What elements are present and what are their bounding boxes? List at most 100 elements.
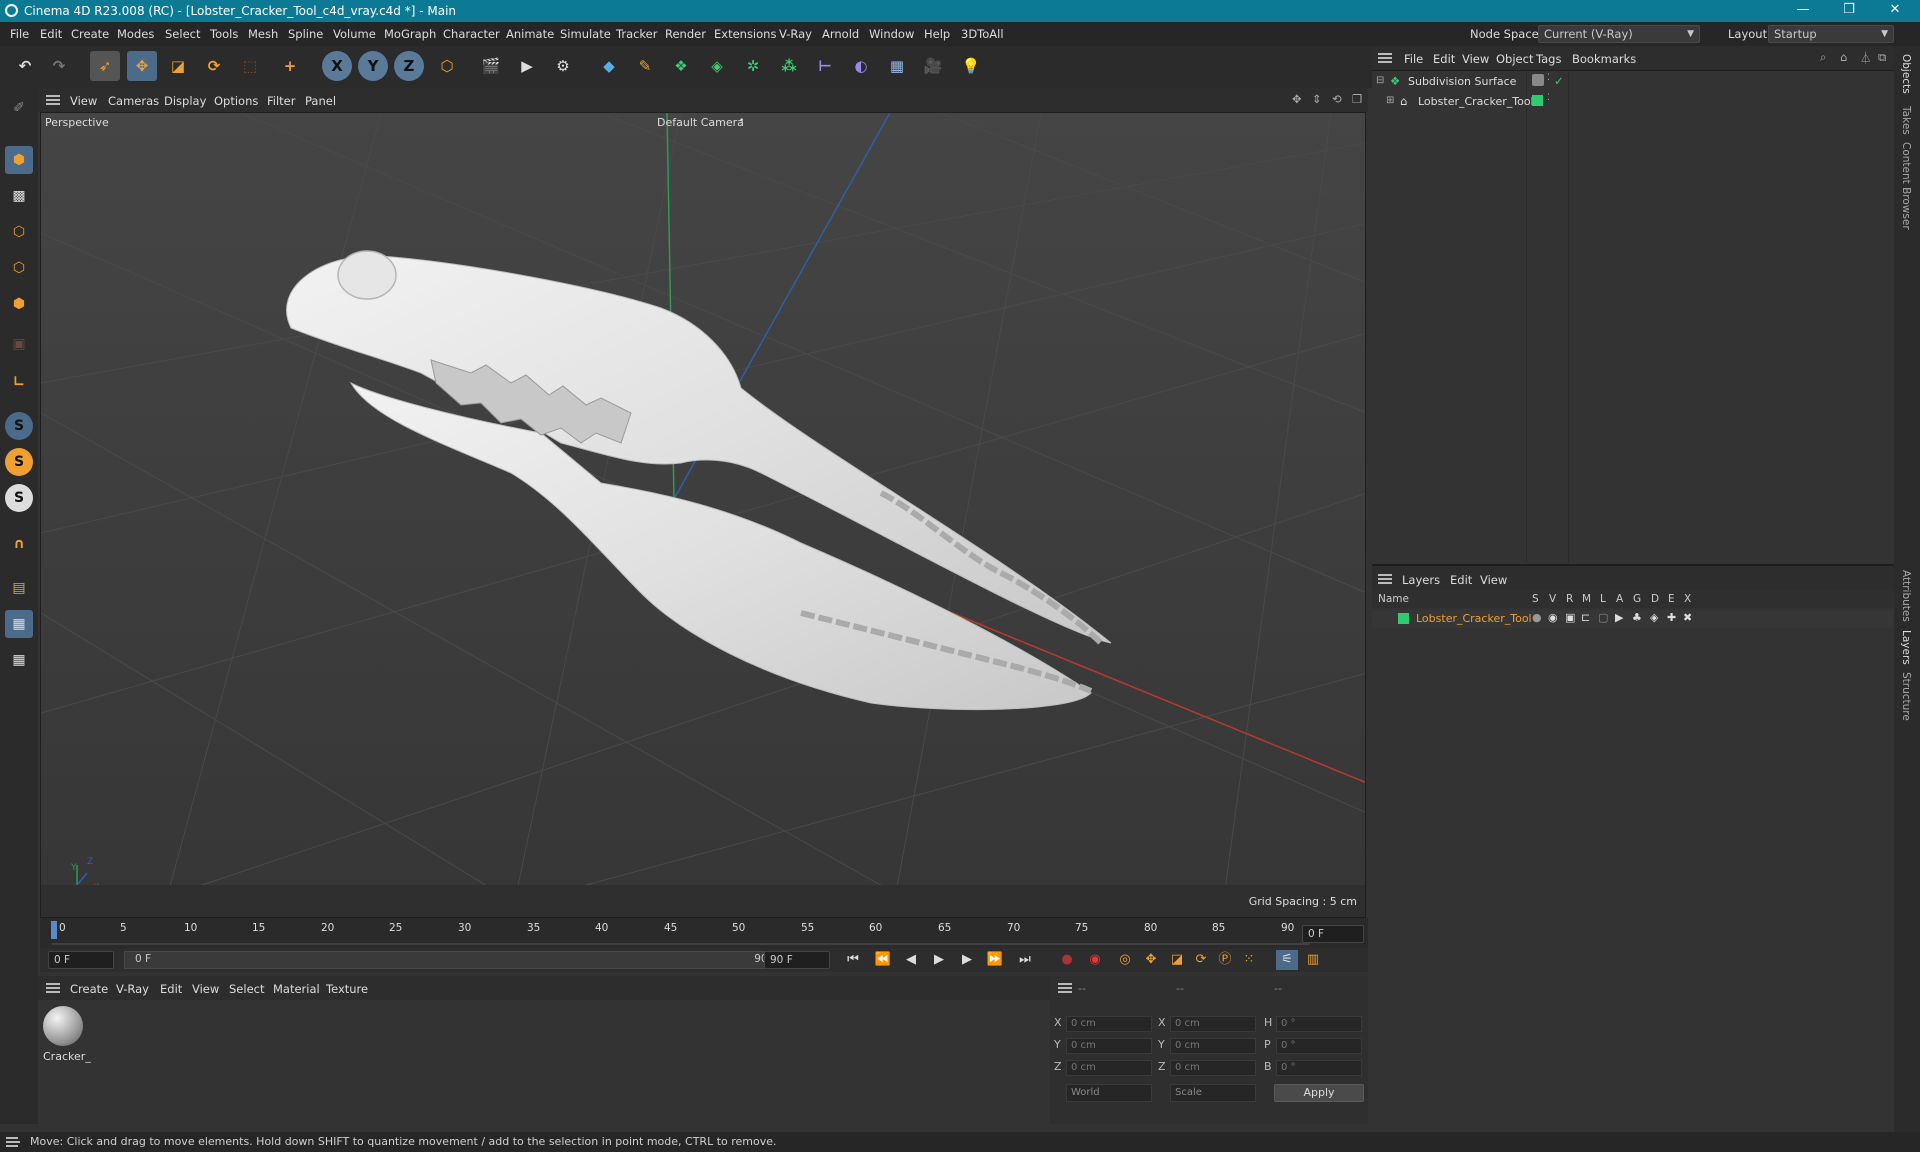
object-name[interactable]: Subdivision Surface xyxy=(1408,75,1516,88)
material-menu-create[interactable]: Create xyxy=(70,982,108,996)
column-d[interactable]: D xyxy=(1651,593,1659,605)
play-icon[interactable]: ▶ xyxy=(928,950,950,970)
subdivision-icon[interactable]: ❖ xyxy=(666,51,696,81)
viewport-menu-panel[interactable]: Panel xyxy=(305,94,336,108)
home-icon[interactable]: ⌂ xyxy=(1840,50,1847,64)
object-row-subdivision[interactable]: ⊟ ❖ Subdivision Surface ⁚ ✓ xyxy=(1372,73,1894,91)
manager-icon[interactable]: ⊏ xyxy=(1581,611,1590,624)
menu-3dtoall[interactable]: 3DToAll xyxy=(961,27,1004,41)
view-eye-icon[interactable]: ◉ xyxy=(1548,611,1558,624)
start-frame-field[interactable]: 0 F xyxy=(48,951,114,969)
workplane-icon[interactable]: ▤ xyxy=(5,574,33,602)
frame-range-slider[interactable]: 0 F 90 F xyxy=(124,951,786,969)
dolly-view-icon[interactable]: ⇕ xyxy=(1312,92,1322,106)
camera-name[interactable]: Default Camera xyxy=(657,116,744,129)
x-axis-lock-button[interactable]: X xyxy=(322,51,352,81)
object-menu-view[interactable]: View xyxy=(1462,52,1489,66)
key-position-icon[interactable]: ✥ xyxy=(1140,950,1162,970)
deformers-icon[interactable]: ◈ xyxy=(1650,611,1658,624)
menu-help[interactable]: Help xyxy=(924,27,950,41)
coordinate-space-dropdown[interactable]: World xyxy=(1066,1084,1152,1102)
maximize-button[interactable]: ❐ xyxy=(1826,0,1872,22)
tab-attributes[interactable]: Attributes xyxy=(1900,570,1912,622)
enabled-check-icon[interactable]: ✓ xyxy=(1554,74,1564,88)
tab-objects[interactable]: Objects xyxy=(1900,54,1912,94)
redo-icon[interactable]: ↷ xyxy=(44,51,74,81)
expand-icon[interactable]: ⊞ xyxy=(1386,95,1394,106)
object-menu-tags[interactable]: Tags xyxy=(1536,52,1561,66)
material-menu-texture[interactable]: Texture xyxy=(326,982,368,996)
menu-arnold[interactable]: Arnold xyxy=(822,27,859,41)
column-a[interactable]: A xyxy=(1616,593,1623,605)
select-tool-icon[interactable]: ➶ xyxy=(90,51,120,81)
field-icon[interactable]: ◐ xyxy=(846,51,876,81)
column-name[interactable]: Name xyxy=(1378,593,1409,605)
menu-volume[interactable]: Volume xyxy=(333,27,376,41)
menu-character[interactable]: Character xyxy=(443,27,500,41)
next-frame-icon[interactable]: ▶ xyxy=(956,950,978,970)
visibility-dots-icon[interactable]: ⁚ xyxy=(1547,73,1550,83)
menu-render[interactable]: Render xyxy=(665,27,706,41)
tab-layers[interactable]: Layers xyxy=(1900,630,1912,665)
rotation-p-field[interactable]: 0 ° xyxy=(1276,1038,1362,1054)
snap-s3-icon[interactable]: S xyxy=(5,484,33,512)
material-menu-vray[interactable]: V-Ray xyxy=(116,982,149,996)
cloner-icon[interactable]: ✲ xyxy=(738,51,768,81)
layer-menu-layers[interactable]: Layers xyxy=(1402,573,1440,587)
grid-snap-icon[interactable]: ▦ xyxy=(5,610,33,638)
material-menu-edit[interactable]: Edit xyxy=(160,982,182,996)
xref-icon[interactable]: ✖ xyxy=(1683,611,1692,624)
perspective-viewport[interactable]: Perspective Default Camera • Y Z X Grid … xyxy=(40,112,1366,918)
snap-s2-icon[interactable]: S xyxy=(5,448,33,476)
mograph-icon[interactable]: ⁂ xyxy=(774,51,804,81)
rotate-view-icon[interactable]: ⟲ xyxy=(1332,92,1342,106)
lock-icon[interactable]: ▢ xyxy=(1598,611,1608,624)
column-r[interactable]: R xyxy=(1566,593,1573,605)
key-pla-icon[interactable]: ⁙ xyxy=(1238,950,1260,970)
timeline-ruler[interactable]: 0 5 10 15 20 25 30 35 40 45 50 55 60 65 … xyxy=(40,918,1368,948)
point-mode-icon[interactable]: ⬡ xyxy=(5,218,33,246)
texture-mode-checker-icon[interactable]: ▩ xyxy=(5,182,33,210)
cube-primitive-icon[interactable]: ◆ xyxy=(594,51,624,81)
menu-spline[interactable]: Spline xyxy=(288,27,323,41)
add-object-icon[interactable]: + xyxy=(275,51,305,81)
column-s[interactable]: S xyxy=(1532,593,1539,605)
object-menu-bookmarks[interactable]: Bookmarks xyxy=(1572,52,1636,66)
viewport-menu-display[interactable]: Display xyxy=(164,94,206,108)
quantize-icon[interactable]: ▦ xyxy=(5,646,33,674)
key-rotation-icon[interactable]: ⟳ xyxy=(1190,950,1212,970)
key-parameter-icon[interactable]: Ⓟ xyxy=(1214,950,1236,970)
hamburger-icon[interactable] xyxy=(6,1137,20,1147)
size-x-field[interactable]: 0 cm xyxy=(1170,1016,1256,1032)
previous-key-icon[interactable]: ⏪ xyxy=(872,950,894,970)
column-m[interactable]: M xyxy=(1582,593,1591,605)
column-x[interactable]: X xyxy=(1684,593,1691,605)
object-menu-object[interactable]: Object xyxy=(1496,52,1533,66)
menu-extensions[interactable]: Extensions xyxy=(714,27,776,41)
viewport-menu-view[interactable]: View xyxy=(70,94,97,108)
layout-dropdown[interactable]: Startup ▼ xyxy=(1768,25,1894,43)
hamburger-icon[interactable] xyxy=(1058,983,1072,993)
z-axis-lock-button[interactable]: Z xyxy=(394,51,424,81)
autokey-icon[interactable]: ◉ xyxy=(1084,950,1106,970)
pen-spline-icon[interactable]: ✎ xyxy=(630,51,660,81)
move-tool-icon[interactable]: ✥ xyxy=(127,51,157,81)
layer-row[interactable]: Lobster_Cracker_Tool ● ◉ ▣ ⊏ ▢ ▶ ♣ ◈ ✚ ✖ xyxy=(1372,610,1894,628)
deformer-icon[interactable]: ⊢ xyxy=(810,51,840,81)
motion-mode-icon[interactable]: ⚟ xyxy=(1276,950,1298,970)
generators-icon[interactable]: ♣ xyxy=(1632,611,1642,624)
edit-toggle-icon[interactable] xyxy=(1532,74,1544,86)
viewport-menu-cameras[interactable]: Cameras xyxy=(108,94,159,108)
menu-window[interactable]: Window xyxy=(869,27,914,41)
go-to-start-icon[interactable]: ⏮ xyxy=(842,950,864,970)
edge-mode-icon[interactable]: ⬡ xyxy=(5,254,33,282)
floor-icon[interactable]: ▦ xyxy=(882,51,912,81)
coordinate-mode-dropdown[interactable]: Scale xyxy=(1170,1084,1256,1102)
object-menu-file[interactable]: File xyxy=(1404,52,1423,66)
undo-icon[interactable]: ↶ xyxy=(10,51,40,81)
current-frame-field[interactable]: 0 F xyxy=(1302,925,1364,943)
layer-menu-edit[interactable]: Edit xyxy=(1450,573,1472,587)
previous-frame-icon[interactable]: ◀ xyxy=(900,950,922,970)
record-keys-icon[interactable]: ● xyxy=(1056,950,1078,970)
menu-create[interactable]: Create xyxy=(71,27,109,41)
